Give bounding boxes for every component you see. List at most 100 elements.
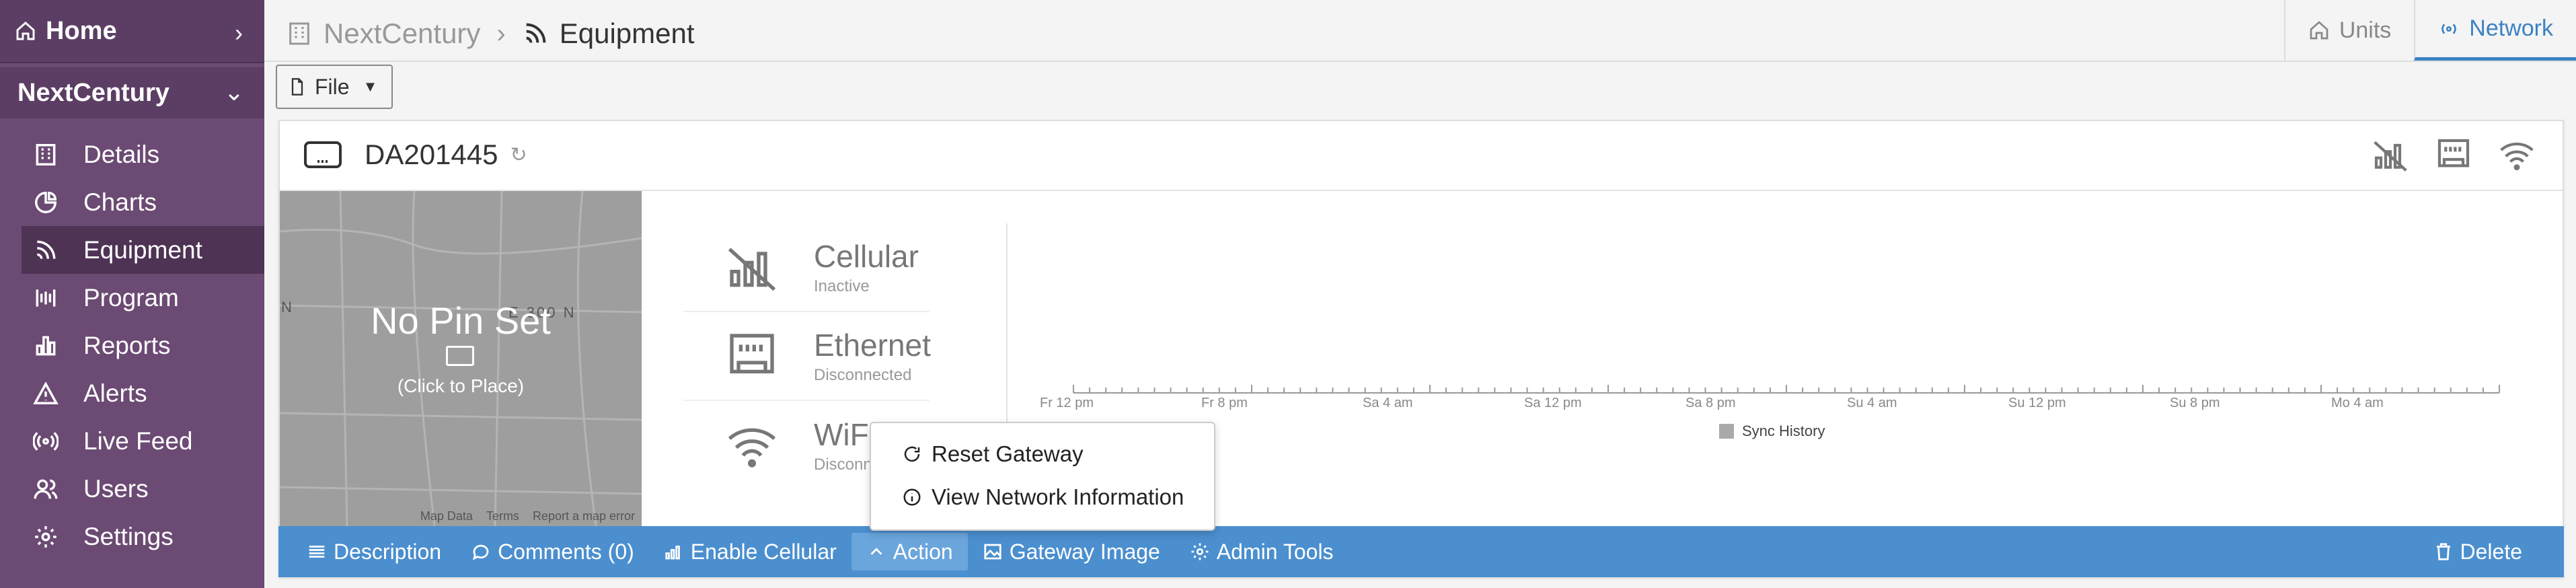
breadcrumb-org[interactable]: NextCentury <box>324 17 480 50</box>
gear-icon <box>31 522 61 552</box>
connection-indicators <box>2372 136 2536 174</box>
map-area[interactable]: N E 300 N No Pin Set (Click to Place) Ma… <box>280 191 642 526</box>
sidebar-item-label: Users <box>83 474 149 503</box>
comment-icon <box>473 544 489 560</box>
delete-button[interactable]: Delete <box>2419 533 2538 571</box>
device-title: DA201445 ↻ <box>303 139 527 171</box>
sidebar-item-equipment[interactable]: Equipment <box>22 226 264 274</box>
map-footer: Map Data Terms Report a map error <box>420 509 635 523</box>
chevron-right-icon: › <box>235 19 243 46</box>
building-icon <box>289 22 309 45</box>
timeline-label: Su 12 pm <box>2008 396 2066 410</box>
refresh-icon[interactable]: ↻ <box>510 143 527 167</box>
status-name: Cellular <box>814 239 919 274</box>
info-icon <box>903 488 921 506</box>
enable-cellular-button[interactable]: Enable Cellular <box>649 533 851 571</box>
map-terms-link[interactable]: Terms <box>486 509 519 523</box>
view-tabs: Units Network <box>2283 0 2576 61</box>
sidebar-item-label: Alerts <box>83 379 147 407</box>
sidebar-item-label: Equipment <box>83 235 202 264</box>
rss-icon <box>31 235 61 265</box>
refresh-icon <box>904 446 920 462</box>
sidebar-item-label: Program <box>83 283 179 311</box>
broadcast-icon <box>31 427 61 456</box>
warning-icon <box>31 379 61 408</box>
broadcast-icon <box>2441 23 2457 34</box>
image-icon <box>984 544 1001 560</box>
sidebar-item-settings[interactable]: Settings <box>22 513 264 560</box>
map-data-link[interactable]: Map Data <box>420 509 473 523</box>
button-label: Gateway Image <box>1009 539 1160 564</box>
timeline-label: Mo 4 am <box>2331 396 2384 410</box>
gear-icon <box>1191 543 1209 560</box>
reset-gateway-item[interactable]: Reset Gateway <box>871 433 1214 476</box>
cellular-off-icon <box>2374 141 2407 172</box>
sidebar-item-label: Live Feed <box>83 427 193 455</box>
legend-label: Sync History <box>1742 422 1825 439</box>
sidebar-item-alerts[interactable]: Alerts <box>22 369 264 417</box>
sidebar-item-details[interactable]: Details <box>22 131 264 178</box>
action-dropdown-menu: Reset Gateway View Network Information <box>870 422 1215 531</box>
comments-button[interactable]: Comments (0) <box>456 533 649 571</box>
cellular-off-icon <box>725 240 779 294</box>
device-card: DA201445 ↻ N E 300 N No Pin Set (Click t… <box>278 120 2564 577</box>
home-link[interactable]: Home › <box>0 0 264 63</box>
no-pin-title: No Pin Set <box>371 299 551 342</box>
signal-bars-icon <box>665 546 680 560</box>
sidebar-item-reports[interactable]: Reports <box>22 322 264 369</box>
status-name: Ethernet <box>814 328 931 363</box>
menu-item-label: View Network Information <box>932 484 1184 509</box>
timeline-label: Su 4 am <box>1847 396 1897 410</box>
timeline-label: Fr 8 pm <box>1201 396 1248 410</box>
button-label: Enable Cellular <box>690 539 837 564</box>
wifi-icon <box>725 418 779 472</box>
sidebar-item-label: Details <box>83 140 160 168</box>
device-id: DA201445 <box>365 139 498 170</box>
tab-network[interactable]: Network <box>2414 0 2576 61</box>
program-icon <box>31 283 61 313</box>
timeline-label: Sa 8 pm <box>1685 396 1736 410</box>
pie-chart-icon <box>31 188 61 217</box>
wifi-icon <box>2500 143 2534 171</box>
status-state: Disconnected <box>814 366 912 384</box>
sidebar-item-label: Reports <box>83 331 171 359</box>
no-pin-subtitle: (Click to Place) <box>397 375 525 396</box>
sidebar-item-program[interactable]: Program <box>22 274 264 322</box>
status-ethernet: Ethernet Disconnected <box>683 312 931 401</box>
description-button[interactable]: Description <box>292 533 456 571</box>
file-icon <box>291 78 303 96</box>
button-label: Admin Tools <box>1216 539 1334 564</box>
menu-item-label: Reset Gateway <box>932 441 1084 466</box>
org-label: NextCentury <box>17 78 169 107</box>
page-title: Equipment <box>559 17 695 49</box>
sidebar-item-live-feed[interactable]: Live Feed <box>22 417 264 465</box>
caret-down-icon: ▼ <box>363 78 378 95</box>
gateway-image-button[interactable]: Gateway Image <box>968 533 1175 571</box>
chevron-up-icon <box>870 548 882 555</box>
view-network-info-item[interactable]: View Network Information <box>871 476 1214 519</box>
ethernet-icon <box>725 329 779 383</box>
align-left-icon <box>309 546 325 558</box>
trash-icon <box>2436 543 2450 560</box>
admin-tools-button[interactable]: Admin Tools <box>1175 533 1349 571</box>
legend-swatch <box>1719 424 1734 439</box>
action-bar: Description Comments (0) Enable Cellular… <box>278 526 2564 577</box>
button-label: Description <box>334 539 442 564</box>
timeline-legend: Sync History <box>1719 422 1825 440</box>
home-icon <box>16 22 35 40</box>
gateway-device-icon <box>304 141 342 168</box>
tab-units[interactable]: Units <box>2283 0 2414 61</box>
sidebar-item-label: Charts <box>83 188 157 216</box>
action-button[interactable]: Action <box>851 533 968 571</box>
timeline-label: Su 8 pm <box>2170 396 2220 410</box>
sidebar-item-users[interactable]: Users <box>22 465 264 513</box>
home-label: Home <box>46 16 117 45</box>
sidebar-item-label: Settings <box>83 522 174 550</box>
sidebar: Home › NextCentury ⌄ Details Charts Equi… <box>0 0 264 588</box>
top-bar: NextCentury › Equipment Units Network <box>264 0 2576 62</box>
home-icon <box>2310 21 2328 40</box>
map-report-link[interactable]: Report a map error <box>533 509 635 523</box>
org-selector[interactable]: NextCentury ⌄ <box>0 67 264 118</box>
file-menu-button[interactable]: File ▼ <box>276 65 393 109</box>
sidebar-item-charts[interactable]: Charts <box>22 178 264 226</box>
